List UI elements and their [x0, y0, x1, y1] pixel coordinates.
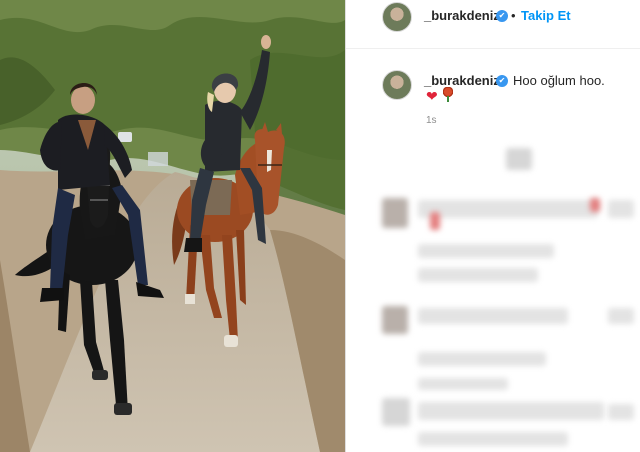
header-separator: •	[511, 8, 516, 23]
blurred-avatar	[382, 306, 408, 334]
blurred-emoji	[430, 212, 440, 230]
rose-emoji	[443, 87, 453, 102]
blurred-comment	[418, 402, 604, 420]
post-header: _burakdeniz ✔ • Takip Et	[346, 0, 640, 49]
blurred-comment	[418, 200, 598, 218]
blurred-comment	[608, 308, 634, 324]
caption-username[interactable]: _burakdeniz	[424, 73, 500, 88]
caption-time[interactable]: 1s	[426, 115, 437, 126]
caption-avatar[interactable]	[382, 70, 412, 100]
blurred-avatar	[382, 198, 408, 228]
header-username[interactable]: _burakdeniz	[424, 8, 500, 23]
caption-text: Hoo oğlum hoo.	[513, 73, 605, 88]
blurred-comment	[418, 308, 568, 324]
blurred-comment	[418, 268, 538, 282]
header-avatar[interactable]	[382, 2, 412, 32]
blurred-comment	[608, 200, 634, 218]
verified-badge-icon: ✔	[496, 75, 508, 87]
blurred-comment	[418, 244, 554, 258]
post-side-panel: _burakdeniz ✔ • Takip Et _burakdeniz ✔ H…	[345, 0, 640, 452]
blurred-emoji	[590, 198, 600, 212]
blurred-avatar	[382, 398, 410, 426]
follow-button[interactable]: Takip Et	[521, 8, 571, 23]
blurred-comment	[418, 378, 508, 390]
blurred-comment	[418, 432, 568, 446]
verified-badge-icon: ✔	[496, 10, 508, 22]
blurred-comment	[418, 352, 546, 366]
riders-photo	[0, 0, 345, 452]
blurred-comment	[608, 404, 634, 420]
distant-car	[118, 132, 132, 142]
caption-comment: _burakdeniz ✔ Hoo oğlum hoo. ❤ 1s	[346, 60, 640, 130]
blurred-block	[506, 148, 532, 170]
post-photo	[0, 0, 345, 452]
heart-emoji: ❤	[426, 88, 438, 104]
